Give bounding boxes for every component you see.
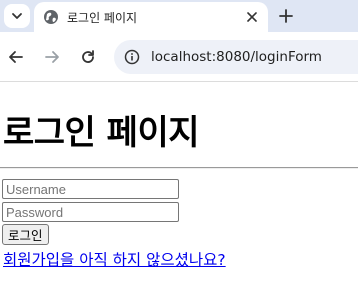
page-title: 로그인 페이지 [3, 113, 200, 153]
forward-button[interactable] [40, 45, 64, 69]
address-bar[interactable]: localhost:8080/loginForm [114, 40, 358, 74]
url-text[interactable]: localhost:8080/loginForm [151, 49, 322, 65]
divider [0, 167, 358, 169]
browser-tab[interactable]: 로그인 페이지 [34, 2, 268, 32]
page-content: 로그인 페이지 로그인 회원가입을 아직 하지 않으셨나요? [0, 83, 358, 285]
new-tab-button[interactable] [276, 6, 296, 26]
globe-icon [43, 9, 59, 25]
tab-strip: 로그인 페이지 [0, 0, 358, 32]
plus-icon [279, 9, 293, 23]
login-button[interactable]: 로그인 [2, 224, 49, 245]
signup-link[interactable]: 회원가입을 아직 하지 않으셨나요? [3, 248, 226, 270]
tab-title: 로그인 페이지 [67, 10, 138, 25]
username-input[interactable] [2, 179, 179, 199]
site-info-icon[interactable] [122, 47, 142, 67]
chevron-down-icon [12, 13, 22, 19]
browser-toolbar: localhost:8080/loginForm [0, 32, 358, 82]
close-icon[interactable] [244, 9, 260, 25]
arrow-right-icon [45, 51, 59, 63]
tab-search-button[interactable] [4, 4, 30, 28]
password-input[interactable] [2, 202, 179, 222]
reload-button[interactable] [76, 45, 100, 69]
reload-icon [82, 50, 94, 63]
arrow-left-icon [9, 51, 23, 63]
back-button[interactable] [4, 45, 28, 69]
